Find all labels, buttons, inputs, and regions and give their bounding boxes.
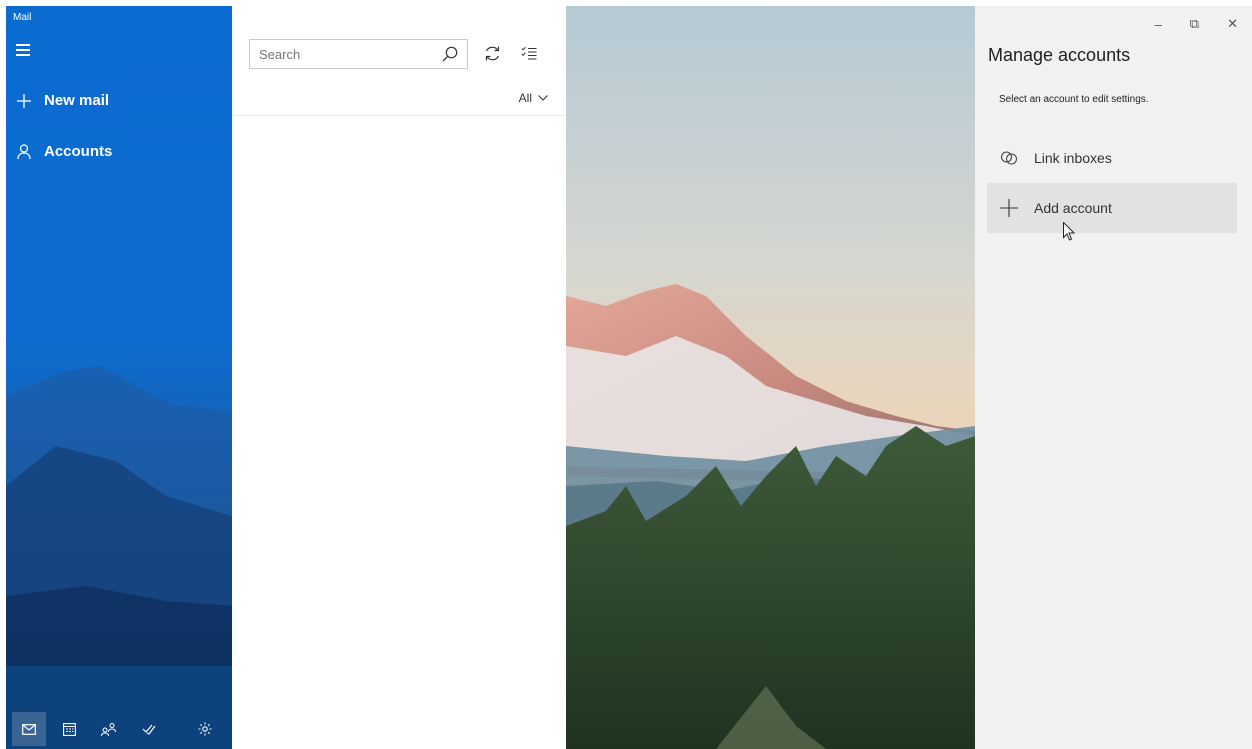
new-mail-button[interactable]: New mail <box>16 92 109 109</box>
filter-label: All <box>518 91 532 105</box>
panel-subtitle: Select an account to edit settings. <box>999 94 1149 105</box>
people-icon <box>101 722 116 736</box>
selection-mode-button[interactable] <box>521 46 537 65</box>
background-landscape-image <box>566 6 975 749</box>
calendar-app-button[interactable] <box>52 712 86 746</box>
filter-dropdown[interactable]: All <box>519 91 548 105</box>
close-button[interactable]: ✕ <box>1227 16 1238 32</box>
search-button[interactable] <box>442 46 458 67</box>
app-switcher-bar <box>6 709 232 749</box>
checklist-icon <box>521 46 537 60</box>
hamburger-menu-button[interactable] <box>16 44 32 58</box>
navigation-pane: Mail New mail Accounts <box>6 6 232 749</box>
new-mail-label: New mail <box>44 92 110 109</box>
todo-app-button[interactable] <box>132 712 166 746</box>
link-inboxes-item[interactable]: Link inboxes <box>987 133 1237 183</box>
todo-icon <box>142 724 156 735</box>
nav-background-mountain <box>6 366 232 749</box>
add-account-label: Add account <box>1034 200 1112 216</box>
restore-button[interactable]: ⧉ <box>1190 16 1199 32</box>
mail-icon <box>22 723 36 735</box>
calendar-icon <box>62 722 76 736</box>
mail-app-button[interactable] <box>12 712 46 746</box>
message-list-pane: All <box>232 6 566 749</box>
link-icon <box>998 151 1020 165</box>
list-divider <box>232 115 566 116</box>
sync-button[interactable] <box>484 45 501 67</box>
search-box <box>249 39 468 69</box>
people-app-button[interactable] <box>92 712 126 746</box>
accounts-label: Accounts <box>44 143 113 160</box>
add-account-item[interactable]: Add account <box>987 183 1237 233</box>
sync-icon <box>485 46 500 61</box>
plus-icon <box>998 199 1020 217</box>
accounts-button[interactable]: Accounts <box>16 143 112 160</box>
minimize-button[interactable]: – <box>1155 17 1162 32</box>
window-controls: – ⧉ ✕ <box>1155 16 1238 32</box>
person-icon <box>16 144 32 160</box>
link-inboxes-label: Link inboxes <box>1034 150 1112 166</box>
settings-button[interactable] <box>188 712 222 746</box>
mouse-cursor-icon <box>1063 222 1075 241</box>
search-input[interactable] <box>250 40 430 68</box>
settings-icon <box>198 722 212 736</box>
search-icon <box>442 46 458 62</box>
plus-icon <box>16 93 32 109</box>
chevron-down-icon <box>538 95 548 101</box>
manage-accounts-panel: Manage accounts Select an account to edi… <box>975 6 1252 749</box>
app-title: Mail <box>13 12 32 23</box>
panel-title: Manage accounts <box>988 45 1131 65</box>
